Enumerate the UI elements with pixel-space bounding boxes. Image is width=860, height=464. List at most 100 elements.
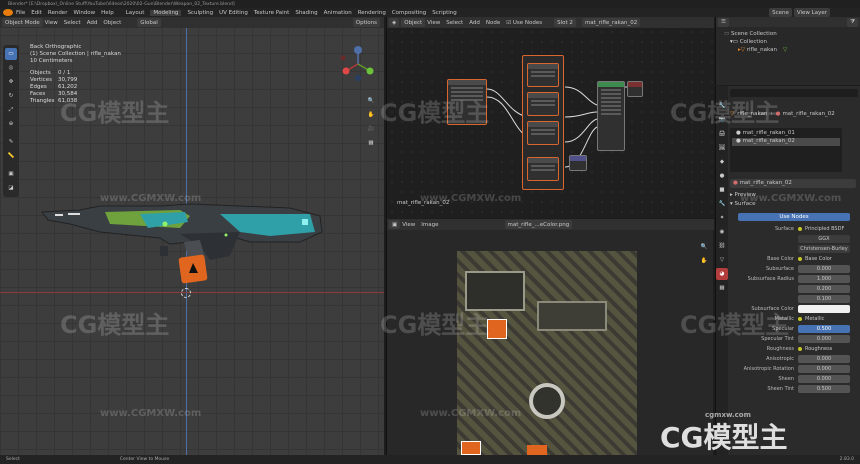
material-slot-1[interactable]: ● mat_rifle_rakan_01 <box>732 130 840 138</box>
tab-scripting[interactable]: Scripting <box>432 10 456 16</box>
texture-tab-icon[interactable]: ▦ <box>716 282 728 294</box>
particles-tab-icon[interactable]: ✦ <box>716 212 728 224</box>
pan-hand-icon[interactable]: ✋ <box>365 109 377 121</box>
3d-cursor-icon[interactable] <box>181 288 191 298</box>
view-layer-selector[interactable]: View Layer <box>793 8 830 17</box>
outliner-filter-icon[interactable]: ⧩ <box>847 17 858 27</box>
object-tab-icon[interactable]: ■ <box>716 184 728 196</box>
menu-edit[interactable]: Edit <box>31 10 42 16</box>
viewport-menu-object[interactable]: Object <box>103 20 121 26</box>
scale-tool-icon[interactable]: ⤢ <box>5 104 17 116</box>
outliner-scene-collection[interactable]: ▭ Scene Collection <box>724 30 787 38</box>
tab-rendering[interactable]: Rendering <box>358 10 386 16</box>
viewport-menu-add[interactable]: Add <box>87 20 98 26</box>
move-tool-icon[interactable]: ✥ <box>5 76 17 88</box>
property-value[interactable]: Metallic <box>805 315 850 323</box>
property-value[interactable]: 0.000 <box>798 375 850 383</box>
outliner-rifle[interactable]: ▸▽ rifle_nakan ▽ <box>724 46 787 54</box>
tab-texture-paint[interactable]: Texture Paint <box>254 10 290 16</box>
property-value[interactable]: 0.500 <box>798 325 850 333</box>
select-box-tool-icon[interactable]: ▭ <box>5 48 17 60</box>
extrude-tool-icon[interactable]: ◪ <box>5 182 17 194</box>
viewport-3d[interactable]: Object Mode View Select Add Object Globa… <box>0 17 384 455</box>
world-tab-icon[interactable]: ● <box>716 170 728 182</box>
material-datablock-row[interactable]: ● mat_rifle_rakan_02 <box>730 178 858 188</box>
property-value[interactable]: 0.000 <box>798 335 850 343</box>
tab-shading[interactable]: Shading <box>295 10 317 16</box>
texture-node-1[interactable] <box>527 63 559 87</box>
transform-tool-icon[interactable]: ⊕ <box>5 118 17 130</box>
socket-dot-icon[interactable] <box>798 227 802 231</box>
render-tab-icon[interactable]: 📷 <box>716 114 728 126</box>
texture-image[interactable] <box>457 251 637 455</box>
texture-node-2[interactable] <box>527 92 559 116</box>
material-datablock[interactable]: ● mat_rifle_rakan_02 <box>730 178 856 188</box>
data-tab-icon[interactable]: ▽ <box>716 254 728 266</box>
shader-node-editor[interactable]: ◈ Object View Select Add Node ☑ Use Node… <box>386 17 714 218</box>
property-value[interactable]: Christensen-Burley <box>798 245 850 253</box>
tab-layout[interactable]: Layout <box>126 10 145 16</box>
image-menu-view[interactable]: View <box>402 222 415 228</box>
menu-render[interactable]: Render <box>48 10 68 16</box>
material-slot-2[interactable]: ● mat_rifle_rakan_02 <box>732 138 840 146</box>
viewport-menu-view[interactable]: View <box>45 20 58 26</box>
camera-icon[interactable]: 🎥 <box>365 123 377 135</box>
add-cube-tool-icon[interactable]: ▣ <box>5 168 17 180</box>
property-value[interactable]: 1.000 <box>798 275 850 283</box>
image-editor[interactable]: ▣ View Image mat_rifle_...eColor.png 🔍 ✋ <box>386 219 714 455</box>
menu-help[interactable]: Help <box>101 10 114 16</box>
menu-window[interactable]: Window <box>73 10 95 16</box>
properties-search[interactable] <box>730 88 858 98</box>
outliner-type[interactable]: ☰ <box>718 17 729 27</box>
normal-map-node[interactable] <box>569 155 587 171</box>
rotate-tool-icon[interactable]: ↻ <box>5 90 17 102</box>
annotate-tool-icon[interactable]: ✎ <box>5 136 17 148</box>
property-value[interactable]: 0.500 <box>798 385 850 393</box>
scene-tab-icon[interactable]: ◆ <box>716 156 728 168</box>
scene-selector[interactable]: Scene <box>769 8 792 17</box>
tool-tab-icon[interactable]: 🔧 <box>716 100 728 112</box>
property-value[interactable]: 0.000 <box>798 355 850 363</box>
image-zoom-icon[interactable]: 🔍 <box>698 241 710 253</box>
blender-logo-icon[interactable] <box>3 9 13 16</box>
mode-dropdown[interactable]: Object Mode <box>2 18 43 27</box>
property-value[interactable]: 0.100 <box>798 295 850 303</box>
navigation-gizmo[interactable] <box>338 44 378 84</box>
socket-dot-icon[interactable] <box>798 257 802 261</box>
options-button[interactable]: Options <box>352 18 380 27</box>
zoom-icon[interactable]: 🔍 <box>365 95 377 107</box>
property-value[interactable] <box>798 305 850 313</box>
grid-icon[interactable]: ▦ <box>365 137 377 149</box>
texture-node-3[interactable] <box>527 121 559 145</box>
property-value[interactable]: 0.000 <box>798 265 850 273</box>
cursor-tool-icon[interactable]: ◎ <box>5 62 17 74</box>
menu-file[interactable]: File <box>16 10 25 16</box>
output-tab-icon[interactable]: 🖨 <box>716 128 728 140</box>
viewport-menu-select[interactable]: Select <box>64 20 81 26</box>
image-pan-icon[interactable]: ✋ <box>698 255 710 267</box>
property-value[interactable]: Base Color <box>805 255 850 263</box>
outliner-collection[interactable]: ▾▭ Collection <box>724 38 787 46</box>
property-value[interactable]: Roughness <box>805 345 850 353</box>
tab-compositing[interactable]: Compositing <box>392 10 426 16</box>
property-value[interactable]: 0.000 <box>798 365 850 373</box>
image-texture-node[interactable] <box>447 79 487 125</box>
socket-dot-icon[interactable] <box>798 347 802 351</box>
property-value[interactable]: Principled BSDF <box>805 225 850 233</box>
orientation-dropdown[interactable]: Global <box>137 18 161 27</box>
image-menu-image[interactable]: Image <box>421 222 438 228</box>
texture-node-4[interactable] <box>527 157 559 181</box>
tab-modeling[interactable]: Modeling <box>150 9 182 16</box>
socket-dot-icon[interactable] <box>798 317 802 321</box>
view-layer-tab-icon[interactable]: 🖼 <box>716 142 728 154</box>
material-slot-list[interactable]: ● mat_rifle_rakan_01 ● mat_rifle_rakan_0… <box>730 128 842 172</box>
tab-uv-editing[interactable]: UV Editing <box>219 10 248 16</box>
measure-tool-icon[interactable]: 📏 <box>5 150 17 162</box>
tab-animation[interactable]: Animation <box>324 10 352 16</box>
property-value[interactable]: 0.200 <box>798 285 850 293</box>
material-tab-icon[interactable]: ◕ <box>716 268 728 280</box>
material-output-node[interactable] <box>627 81 643 97</box>
principled-bsdf-node[interactable] <box>597 81 625 151</box>
outliner[interactable]: ☰ ⧩ ▭ Scene Collection ▾▭ Collection ▸▽ … <box>715 17 860 85</box>
preview-panel[interactable]: ▸ Preview <box>730 192 858 201</box>
